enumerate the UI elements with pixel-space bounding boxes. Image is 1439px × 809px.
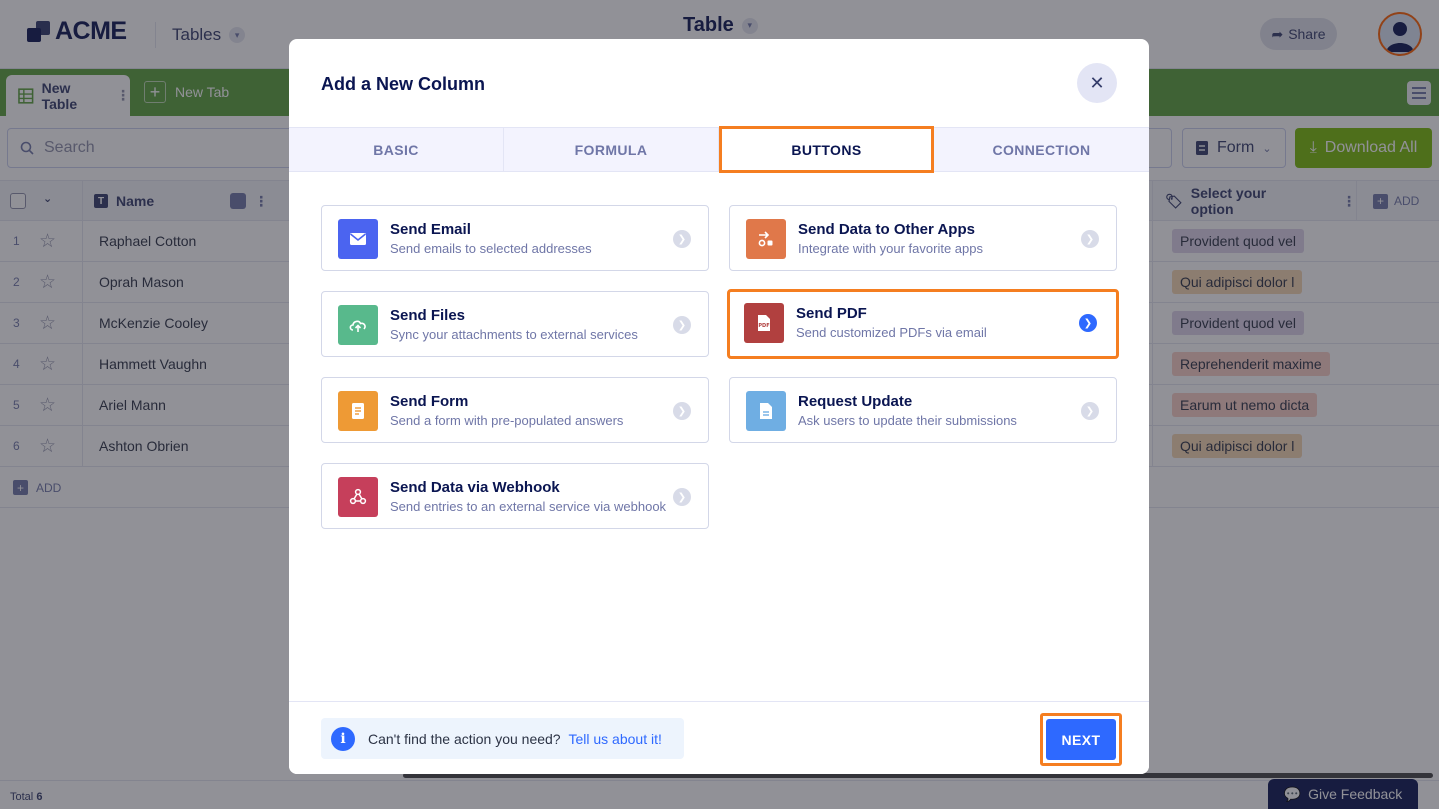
hint-text: Can't find the action you need? xyxy=(368,730,561,747)
chevron-right-icon: ❯ xyxy=(673,402,691,420)
option-description: Sync your attachments to external servic… xyxy=(390,327,638,342)
close-button[interactable]: ✕ xyxy=(1077,63,1117,103)
integration-icon xyxy=(746,219,786,259)
cloud-upload-icon xyxy=(338,305,378,345)
document-icon xyxy=(746,391,786,431)
option-title: Send PDF xyxy=(796,305,867,322)
modal-tabs: BASIC FORMULA BUTTONS CONNECTION xyxy=(289,126,1149,173)
option-description: Send entries to an external service via … xyxy=(390,499,667,514)
help-hint: i Can't find the action you need? Tell u… xyxy=(321,718,684,759)
next-button[interactable]: NEXT xyxy=(1046,719,1116,760)
chevron-right-icon: ❯ xyxy=(1079,314,1097,332)
option-description: Send a form with pre-populated answers xyxy=(390,413,624,428)
send-files-option[interactable]: Send Files Sync your attachments to exte… xyxy=(321,291,709,357)
option-title: Send Files xyxy=(390,307,466,324)
chevron-right-icon: ❯ xyxy=(673,230,691,248)
option-title: Send Data via Webhook xyxy=(390,479,560,496)
send-form-option[interactable]: Send Form Send a form with pre-populated… xyxy=(321,377,709,443)
option-title: Send Data to Other Apps xyxy=(798,221,975,238)
chevron-right-icon: ❯ xyxy=(1081,230,1099,248)
option-title: Send Email xyxy=(390,221,471,238)
modal-title: Add a New Column xyxy=(321,74,486,94)
option-description: Integrate with your favorite apps xyxy=(798,241,983,256)
next-button-highlight: NEXT xyxy=(1040,713,1122,766)
send-email-option[interactable]: Send Email Send emails to selected addre… xyxy=(321,205,709,271)
option-title: Request Update xyxy=(798,393,913,410)
option-description: Send customized PDFs via email xyxy=(796,325,987,340)
tab-formula[interactable]: FORMULA xyxy=(504,128,719,172)
option-title: Send Form xyxy=(390,393,469,410)
tell-us-link[interactable]: Tell us about it! xyxy=(568,731,661,747)
webhook-icon xyxy=(338,477,378,517)
chevron-right-icon: ❯ xyxy=(673,488,691,506)
tab-connection[interactable]: CONNECTION xyxy=(934,128,1149,172)
tab-basic[interactable]: BASIC xyxy=(289,128,504,172)
chevron-right-icon: ❯ xyxy=(1081,402,1099,420)
close-icon: ✕ xyxy=(1089,72,1105,93)
pdf-icon: PDF xyxy=(744,303,784,343)
info-icon: i xyxy=(331,726,355,751)
tab-buttons[interactable]: BUTTONS xyxy=(719,126,934,173)
request-update-option[interactable]: Request Update Ask users to update their… xyxy=(729,377,1117,443)
form-icon xyxy=(338,391,378,431)
chevron-right-icon: ❯ xyxy=(673,316,691,334)
modal-footer: i Can't find the action you need? Tell u… xyxy=(289,701,1149,774)
svg-text:PDF: PDF xyxy=(758,323,769,329)
option-description: Ask users to update their submissions xyxy=(798,413,1017,428)
send-pdf-option[interactable]: PDF Send PDF Send customized PDFs via em… xyxy=(727,289,1119,359)
send-data-via-webhook-option[interactable]: Send Data via Webhook Send entries to an… xyxy=(321,463,709,529)
add-column-modal: Add a New Column ✕ BASIC FORMULA BUTTONS… xyxy=(289,39,1149,774)
option-description: Send emails to selected addresses xyxy=(390,241,592,256)
send-data-to-other-apps-option[interactable]: Send Data to Other Apps Integrate with y… xyxy=(729,205,1117,271)
envelope-icon xyxy=(338,219,378,259)
